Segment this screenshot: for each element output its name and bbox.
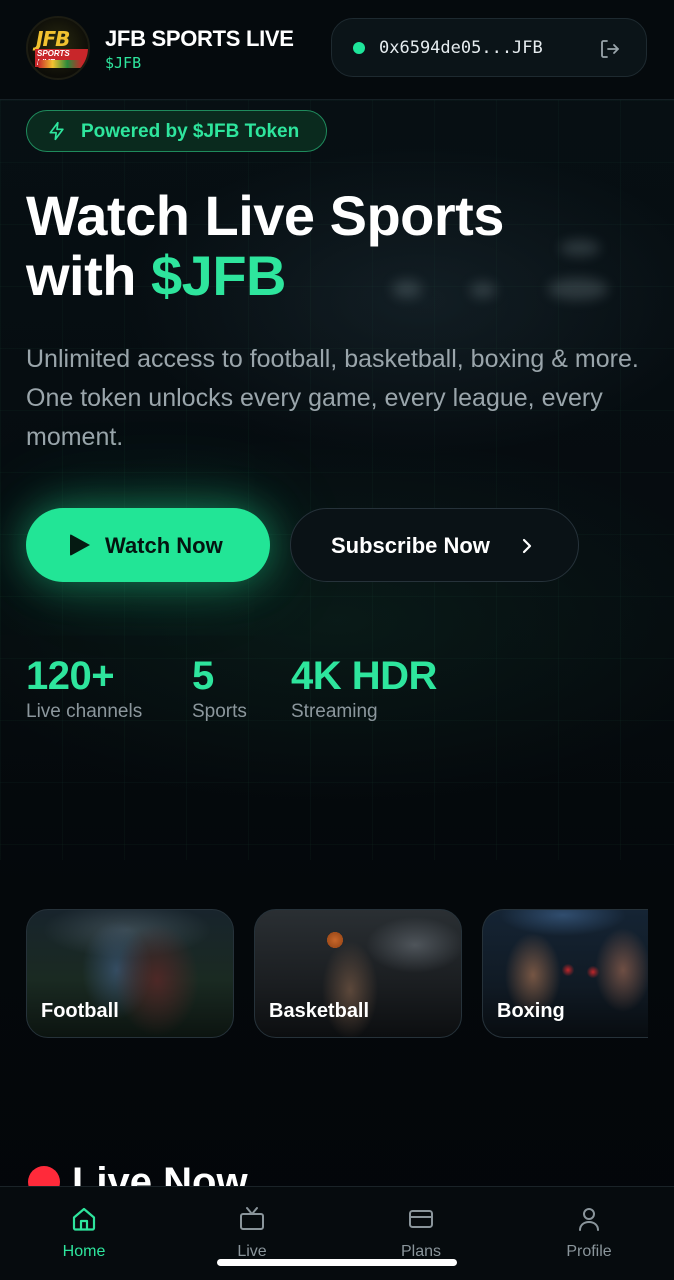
app-header: JFB SPORTS LIVE JFB SPORTS LIVE $JFB 0x6… — [0, 0, 674, 100]
watch-now-label: Watch Now — [105, 533, 223, 558]
chevron-right-icon — [522, 538, 532, 554]
hero-title-prefix: with — [26, 244, 152, 307]
sport-card-label: Basketball — [269, 1000, 370, 1022]
hero-title: Watch Live Sports with $JFB — [26, 186, 504, 306]
wallet-address: 0x6594de05...JFB — [379, 38, 543, 58]
stat-channels: 120+ Live channels — [26, 654, 142, 723]
home-icon — [72, 1207, 96, 1231]
sport-card-football[interactable]: Football — [26, 909, 234, 1038]
brand-ticker: $JFB — [105, 54, 142, 72]
subscribe-now-button[interactable]: Subscribe Now — [290, 508, 579, 582]
logo-text: JFB — [36, 27, 70, 51]
tab-home[interactable]: Home — [29, 1187, 139, 1280]
subscribe-now-label: Subscribe Now — [331, 533, 490, 558]
tab-plans[interactable]: Plans — [366, 1187, 476, 1280]
badge-text: Powered by $JFB Token — [81, 121, 300, 142]
logo-stripe — [38, 60, 82, 68]
sport-card-label: Football — [41, 1000, 119, 1022]
hero-title-line1: Watch Live Sports — [26, 184, 504, 247]
stat-value: 120+ — [26, 654, 115, 698]
card-icon — [409, 1210, 433, 1228]
stat-streaming: 4K HDR Streaming — [291, 654, 437, 723]
tab-profile[interactable]: Profile — [534, 1187, 644, 1280]
app-logo[interactable]: JFB SPORTS LIVE — [26, 16, 90, 80]
stat-label: Live channels — [26, 701, 143, 722]
sport-card-boxing[interactable]: Boxing — [482, 909, 648, 1038]
sport-card-basketball[interactable]: Basketball — [254, 909, 462, 1038]
hero-title-line2: with $JFB — [26, 246, 504, 306]
tv-icon — [240, 1207, 264, 1230]
powered-by-badge: Powered by $JFB Token — [26, 110, 327, 152]
stat-sports: 5 Sports — [192, 654, 247, 723]
tab-label: Home — [62, 1243, 106, 1260]
play-icon — [70, 534, 90, 556]
stat-value: 4K HDR — [291, 654, 437, 698]
stat-value: 5 — [192, 654, 214, 698]
logout-icon[interactable] — [598, 37, 622, 61]
stat-label: Streaming — [291, 701, 378, 722]
stat-label: Sports — [192, 701, 247, 722]
user-icon — [579, 1208, 599, 1231]
sport-card-label: Boxing — [497, 1000, 565, 1022]
watch-now-button[interactable]: Watch Now — [26, 508, 270, 582]
wallet-pill[interactable]: 0x6594de05...JFB — [331, 18, 647, 77]
brand-name: JFB SPORTS LIVE — [105, 26, 294, 51]
stadium-light — [548, 278, 608, 300]
tab-label: Profile — [566, 1243, 612, 1260]
hero-subtitle: Unlimited access to football, basketball… — [26, 345, 639, 451]
lightning-icon — [49, 121, 64, 141]
hero-title-accent: $JFB — [151, 244, 286, 307]
tab-live[interactable]: Live — [197, 1187, 307, 1280]
wallet-status-dot — [353, 42, 365, 54]
stadium-light — [560, 240, 600, 256]
home-indicator[interactable] — [217, 1259, 457, 1266]
